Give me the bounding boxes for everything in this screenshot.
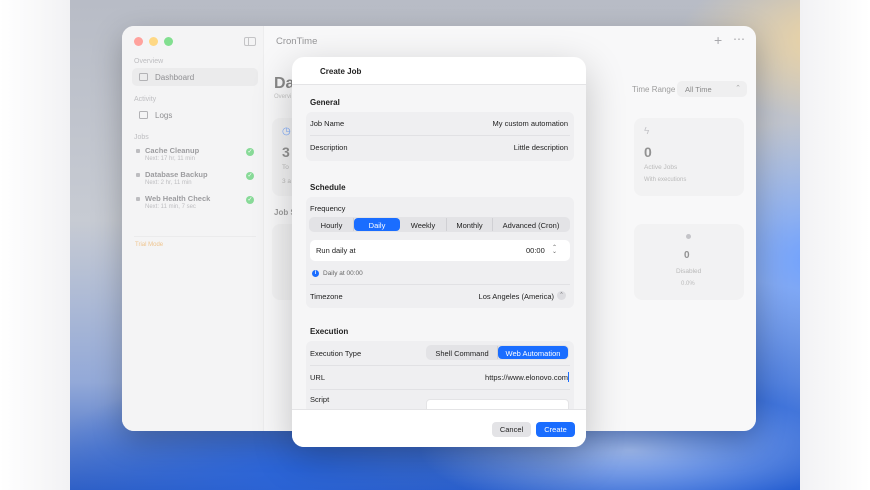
- description-row: Description Little description: [306, 136, 574, 158]
- run-time-label: Run daily at: [316, 246, 356, 255]
- timezone-select[interactable]: Los Angeles (America): [479, 292, 554, 301]
- create-job-dialog: Create Job General Job Name My custom au…: [292, 57, 586, 447]
- schedule-group: Frequency Hourly Daily Weekly Monthly Ad…: [306, 197, 574, 308]
- script-editor[interactable]: [426, 399, 569, 409]
- frequency-option-daily[interactable]: Daily: [354, 218, 400, 231]
- dialog-title: Create Job: [320, 67, 362, 76]
- row-divider: [310, 284, 570, 285]
- frequency-option-advanced[interactable]: Advanced (Cron): [493, 218, 569, 231]
- schedule-heading: Schedule: [310, 183, 346, 192]
- description-label: Description: [310, 143, 348, 152]
- frequency-segmented-control[interactable]: Hourly Daily Weekly Monthly Advanced (Cr…: [309, 217, 570, 232]
- dialog-footer: Cancel Create: [292, 409, 586, 447]
- general-heading: General: [310, 98, 340, 107]
- info-icon: i: [312, 270, 319, 277]
- schedule-summary: Daily at 00:00: [323, 270, 363, 277]
- frequency-option-weekly[interactable]: Weekly: [400, 218, 447, 231]
- execution-group: Execution Type Shell Command Web Automat…: [306, 341, 574, 409]
- job-name-row: Job Name My custom automation: [306, 112, 574, 134]
- run-time-input[interactable]: 00:00: [526, 246, 545, 255]
- chevron-updown-icon[interactable]: ⌃: [557, 291, 566, 300]
- timezone-label: Timezone: [310, 292, 343, 301]
- dialog-header: Create Job: [292, 57, 586, 85]
- execution-option-web[interactable]: Web Automation: [498, 346, 568, 359]
- job-name-label: Job Name: [310, 119, 345, 128]
- execution-option-shell[interactable]: Shell Command: [427, 346, 498, 359]
- execution-type-segmented-control[interactable]: Shell Command Web Automation: [426, 345, 569, 360]
- row-divider: [310, 389, 570, 390]
- cancel-button[interactable]: Cancel: [492, 422, 531, 437]
- frequency-label: Frequency: [310, 204, 346, 213]
- url-input[interactable]: https://www.elonovo.com: [485, 373, 568, 382]
- text-caret: [568, 372, 569, 382]
- frequency-option-monthly[interactable]: Monthly: [447, 218, 493, 231]
- url-label: URL: [310, 373, 326, 382]
- wallpaper-right-edge: [800, 0, 870, 490]
- frequency-option-hourly[interactable]: Hourly: [310, 218, 354, 231]
- wallpaper-left-edge: [0, 0, 70, 490]
- description-input[interactable]: Little description: [514, 143, 568, 152]
- script-label: Script: [310, 395, 330, 404]
- general-group: Job Name My custom automation Descriptio…: [306, 112, 574, 161]
- row-divider: [310, 365, 570, 366]
- create-button[interactable]: Create: [536, 422, 575, 437]
- execution-type-label: Execution Type: [310, 349, 362, 358]
- execution-heading: Execution: [310, 327, 349, 336]
- dialog-body: General Job Name My custom automation De…: [292, 85, 586, 409]
- time-stepper-icon[interactable]: ⌃ ⌄: [552, 245, 557, 255]
- run-time-row: Run daily at 00:00 ⌃ ⌄: [310, 240, 570, 261]
- job-name-input[interactable]: My custom automation: [493, 119, 568, 128]
